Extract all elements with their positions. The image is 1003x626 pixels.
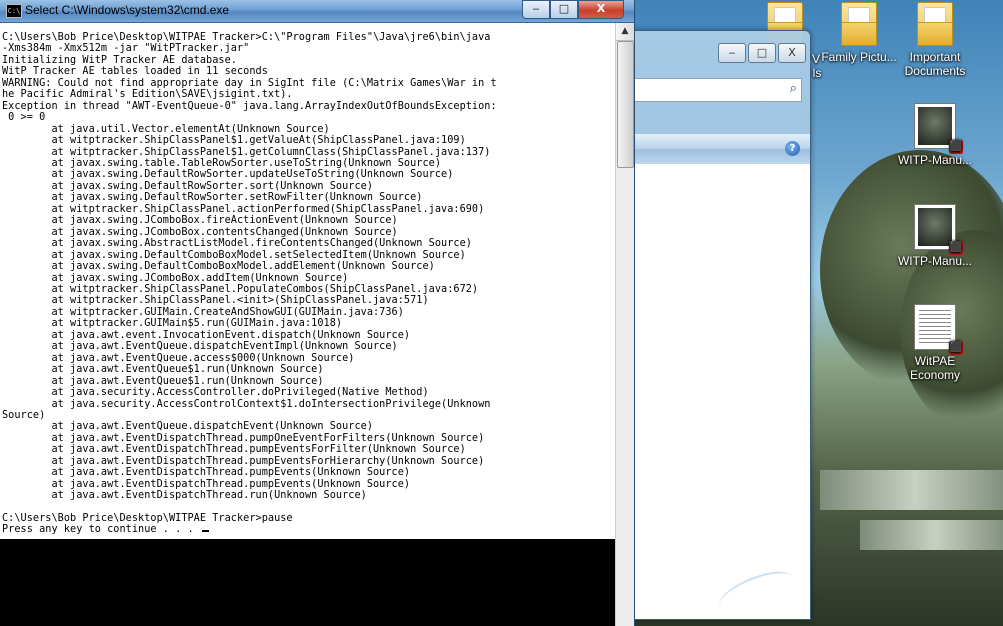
console-line: at java.awt.EventQueue$1.run(Unknown Sou… xyxy=(2,375,324,387)
console-line: he Pacific Admiral's Edition\SAVE\jsigin… xyxy=(2,89,293,101)
cmd-window-title: Select C:\Windows\system32\cmd.exe xyxy=(25,3,230,17)
console-line: Initializing WitP Tracker AE database. xyxy=(2,54,237,66)
explorer-window-controls: ‒ □ X xyxy=(718,43,806,63)
pdf-badge-icon: ⬛ xyxy=(949,140,963,154)
console-line: at java.awt.EventDispatchThread.pumpEven… xyxy=(2,467,411,479)
explorer-command-bar: ? xyxy=(613,134,810,164)
folder-icon xyxy=(841,2,877,46)
background-pipe xyxy=(860,520,1003,550)
console-line: at java.awt.EventQueue.dispatchEvent(Unk… xyxy=(2,421,374,433)
scrollbar-thumb[interactable] xyxy=(617,41,634,168)
console-line: at javax.swing.JComboBox.addItem(Unknown… xyxy=(2,272,349,284)
console-line: at witptracker.GUIMain.CreateAndShowGUI(… xyxy=(2,306,404,318)
console-line: at witptracker.ShipClassPanel$1.getColum… xyxy=(2,146,491,158)
console-line: at witptracker.GUIMain$5.run(GUIMain.jav… xyxy=(2,318,343,330)
console-line: WARNING: Could not find appropriate day … xyxy=(2,77,497,89)
console-line: Exception in thread "AWT-EventQueue-0" j… xyxy=(2,100,497,112)
console-line: at java.security.AccessControlContext$1.… xyxy=(2,398,491,410)
console-line: at javax.swing.AbstractListModel.fireCon… xyxy=(2,238,472,250)
folder-icon xyxy=(917,2,953,46)
console-line: at java.awt.EventDispatchThread.pumpOneE… xyxy=(2,432,485,444)
console-line: at java.awt.EventQueue$1.run(Unknown Sou… xyxy=(2,364,324,376)
explorer-close-button[interactable]: X xyxy=(778,43,806,63)
console-area[interactable]: C:\Users\Bob Price\Desktop\WITPAE Tracke… xyxy=(0,23,616,626)
pdf-badge-icon: ⬛ xyxy=(949,241,963,255)
console-line: at javax.swing.JComboBox.fireActionEvent… xyxy=(2,215,398,227)
console-line: at java.awt.EventDispatchThread.pumpEven… xyxy=(2,478,411,490)
cmd-title-bar[interactable]: C:\ Select C:\Windows\system32\cmd.exe ‒… xyxy=(0,0,634,23)
desktop-icon-label: WitPAE Economy xyxy=(909,354,961,382)
console-line: WitP Tracker AE tables loaded in 11 seco… xyxy=(2,66,268,78)
console-line: at witptracker.ShipClassPanel.actionPerf… xyxy=(2,203,485,215)
desktop-icon-partial-label-ls: ls xyxy=(812,66,822,80)
console-line: at witptracker.ShipClassPanel$1.getValue… xyxy=(2,135,466,147)
desktop-icon-label: WITP-Manu... xyxy=(897,254,972,268)
console-line: 0 >= 0 xyxy=(2,112,46,124)
console-line: at java.awt.event.InvocationEvent.dispat… xyxy=(2,329,411,341)
search-icon[interactable]: ⌕ xyxy=(790,81,797,96)
console-line: Source) xyxy=(2,409,46,421)
explorer-maximize-button[interactable]: □ xyxy=(748,43,776,63)
desktop-icon-witpae-economy[interactable]: ⬛ WitPAE Economy xyxy=(894,304,976,382)
console-line: at witptracker.ShipClassPanel.PopulateCo… xyxy=(2,283,479,295)
explorer-search-input[interactable]: ⌕ xyxy=(613,78,802,102)
close-button[interactable]: X xyxy=(578,0,624,19)
console-line: at javax.swing.DefaultRowSorter.setRowFi… xyxy=(2,192,423,204)
console-line: C:\Users\Bob Price\Desktop\WITPAE Tracke… xyxy=(2,513,293,525)
cmd-window-controls: ‒ □ X xyxy=(522,0,624,19)
console-line: at java.awt.EventQueue.access$000(Unknow… xyxy=(2,352,355,364)
cmd-window[interactable]: C:\ Select C:\Windows\system32\cmd.exe ‒… xyxy=(0,0,635,626)
explorer-minimize-button[interactable]: ‒ xyxy=(718,43,746,63)
cmd-scrollbar[interactable]: ▲ xyxy=(615,23,634,626)
desktop-icon-label: WITP-Manu... xyxy=(897,153,972,167)
desktop-icon-important-documents[interactable]: Important Documents xyxy=(894,2,976,78)
desktop-icon-partial-label-v: V xyxy=(811,52,820,66)
console-line: at javax.swing.DefaultRowSorter.updateUs… xyxy=(2,169,454,181)
desktop-icon-witp-manual-2[interactable]: ⬛ WITP-Manu... xyxy=(894,204,976,268)
explorer-content-pane[interactable] xyxy=(613,164,810,621)
console-line: at java.util.Vector.elementAt(Unknown So… xyxy=(2,123,330,135)
console-line: at javax.swing.DefaultComboBoxModel.addE… xyxy=(2,261,435,273)
console-output[interactable]: C:\Users\Bob Price\Desktop\WITPAE Tracke… xyxy=(0,23,616,536)
maximize-button[interactable]: □ xyxy=(550,0,578,19)
console-line: at witptracker.ShipClassPanel.<init>(Shi… xyxy=(2,295,429,307)
desktop-icon-label: Important Documents xyxy=(904,50,966,78)
console-line: at java.awt.EventDispatchThread.pumpEven… xyxy=(2,455,485,467)
explorer-window[interactable]: ‒ □ X ⌕ ? xyxy=(612,30,811,621)
console-line: at java.awt.EventDispatchThread.run(Unkn… xyxy=(2,490,367,502)
text-cursor xyxy=(201,530,209,533)
console-line: at java.awt.EventDispatchThread.pumpEven… xyxy=(2,444,466,456)
decorative-swirl xyxy=(713,565,799,621)
console-selection-highlight: C:\Users\Bob Price\Desktop\WITPAE Tracke… xyxy=(0,23,616,539)
console-line: at java.awt.EventQueue.dispatchEventImpl… xyxy=(2,341,398,353)
desktop-icon-witp-manual-1[interactable]: ⬛ WITP-Manu... xyxy=(894,103,976,167)
console-line: at javax.swing.DefaultRowSorter.sort(Unk… xyxy=(2,180,374,192)
pdf-file-icon: ⬛ xyxy=(914,304,963,355)
console-line: at javax.swing.JComboBox.contentsChanged… xyxy=(2,226,398,238)
pdf-file-icon: ⬛ xyxy=(914,103,963,154)
console-line: at java.security.AccessController.doPriv… xyxy=(2,387,429,399)
pdf-file-icon: ⬛ xyxy=(914,204,963,255)
pdf-badge-icon: ⬛ xyxy=(949,341,963,355)
scroll-up-arrow-icon[interactable]: ▲ xyxy=(616,23,634,41)
background-pipe xyxy=(820,470,1003,510)
console-line: -Xms384m -Xmx512m -jar "WitPTracker.jar" xyxy=(2,43,250,55)
help-icon[interactable]: ? xyxy=(785,141,800,156)
minimize-button[interactable]: ‒ xyxy=(522,0,550,19)
desktop-icon-family-pictures[interactable]: Family Pictu... xyxy=(818,2,900,64)
console-line: at javax.swing.DefaultComboBoxModel.setS… xyxy=(2,249,466,261)
console-line: at javax.swing.table.TableRowSorter.useT… xyxy=(2,157,442,169)
console-line: C:\Users\Bob Price\Desktop\WITPAE Tracke… xyxy=(2,32,491,43)
console-line: Press any key to continue . . . xyxy=(2,524,200,536)
cmd-app-icon[interactable]: C:\ xyxy=(6,4,22,18)
desktop-icon-label: Family Pictu... xyxy=(821,50,897,64)
